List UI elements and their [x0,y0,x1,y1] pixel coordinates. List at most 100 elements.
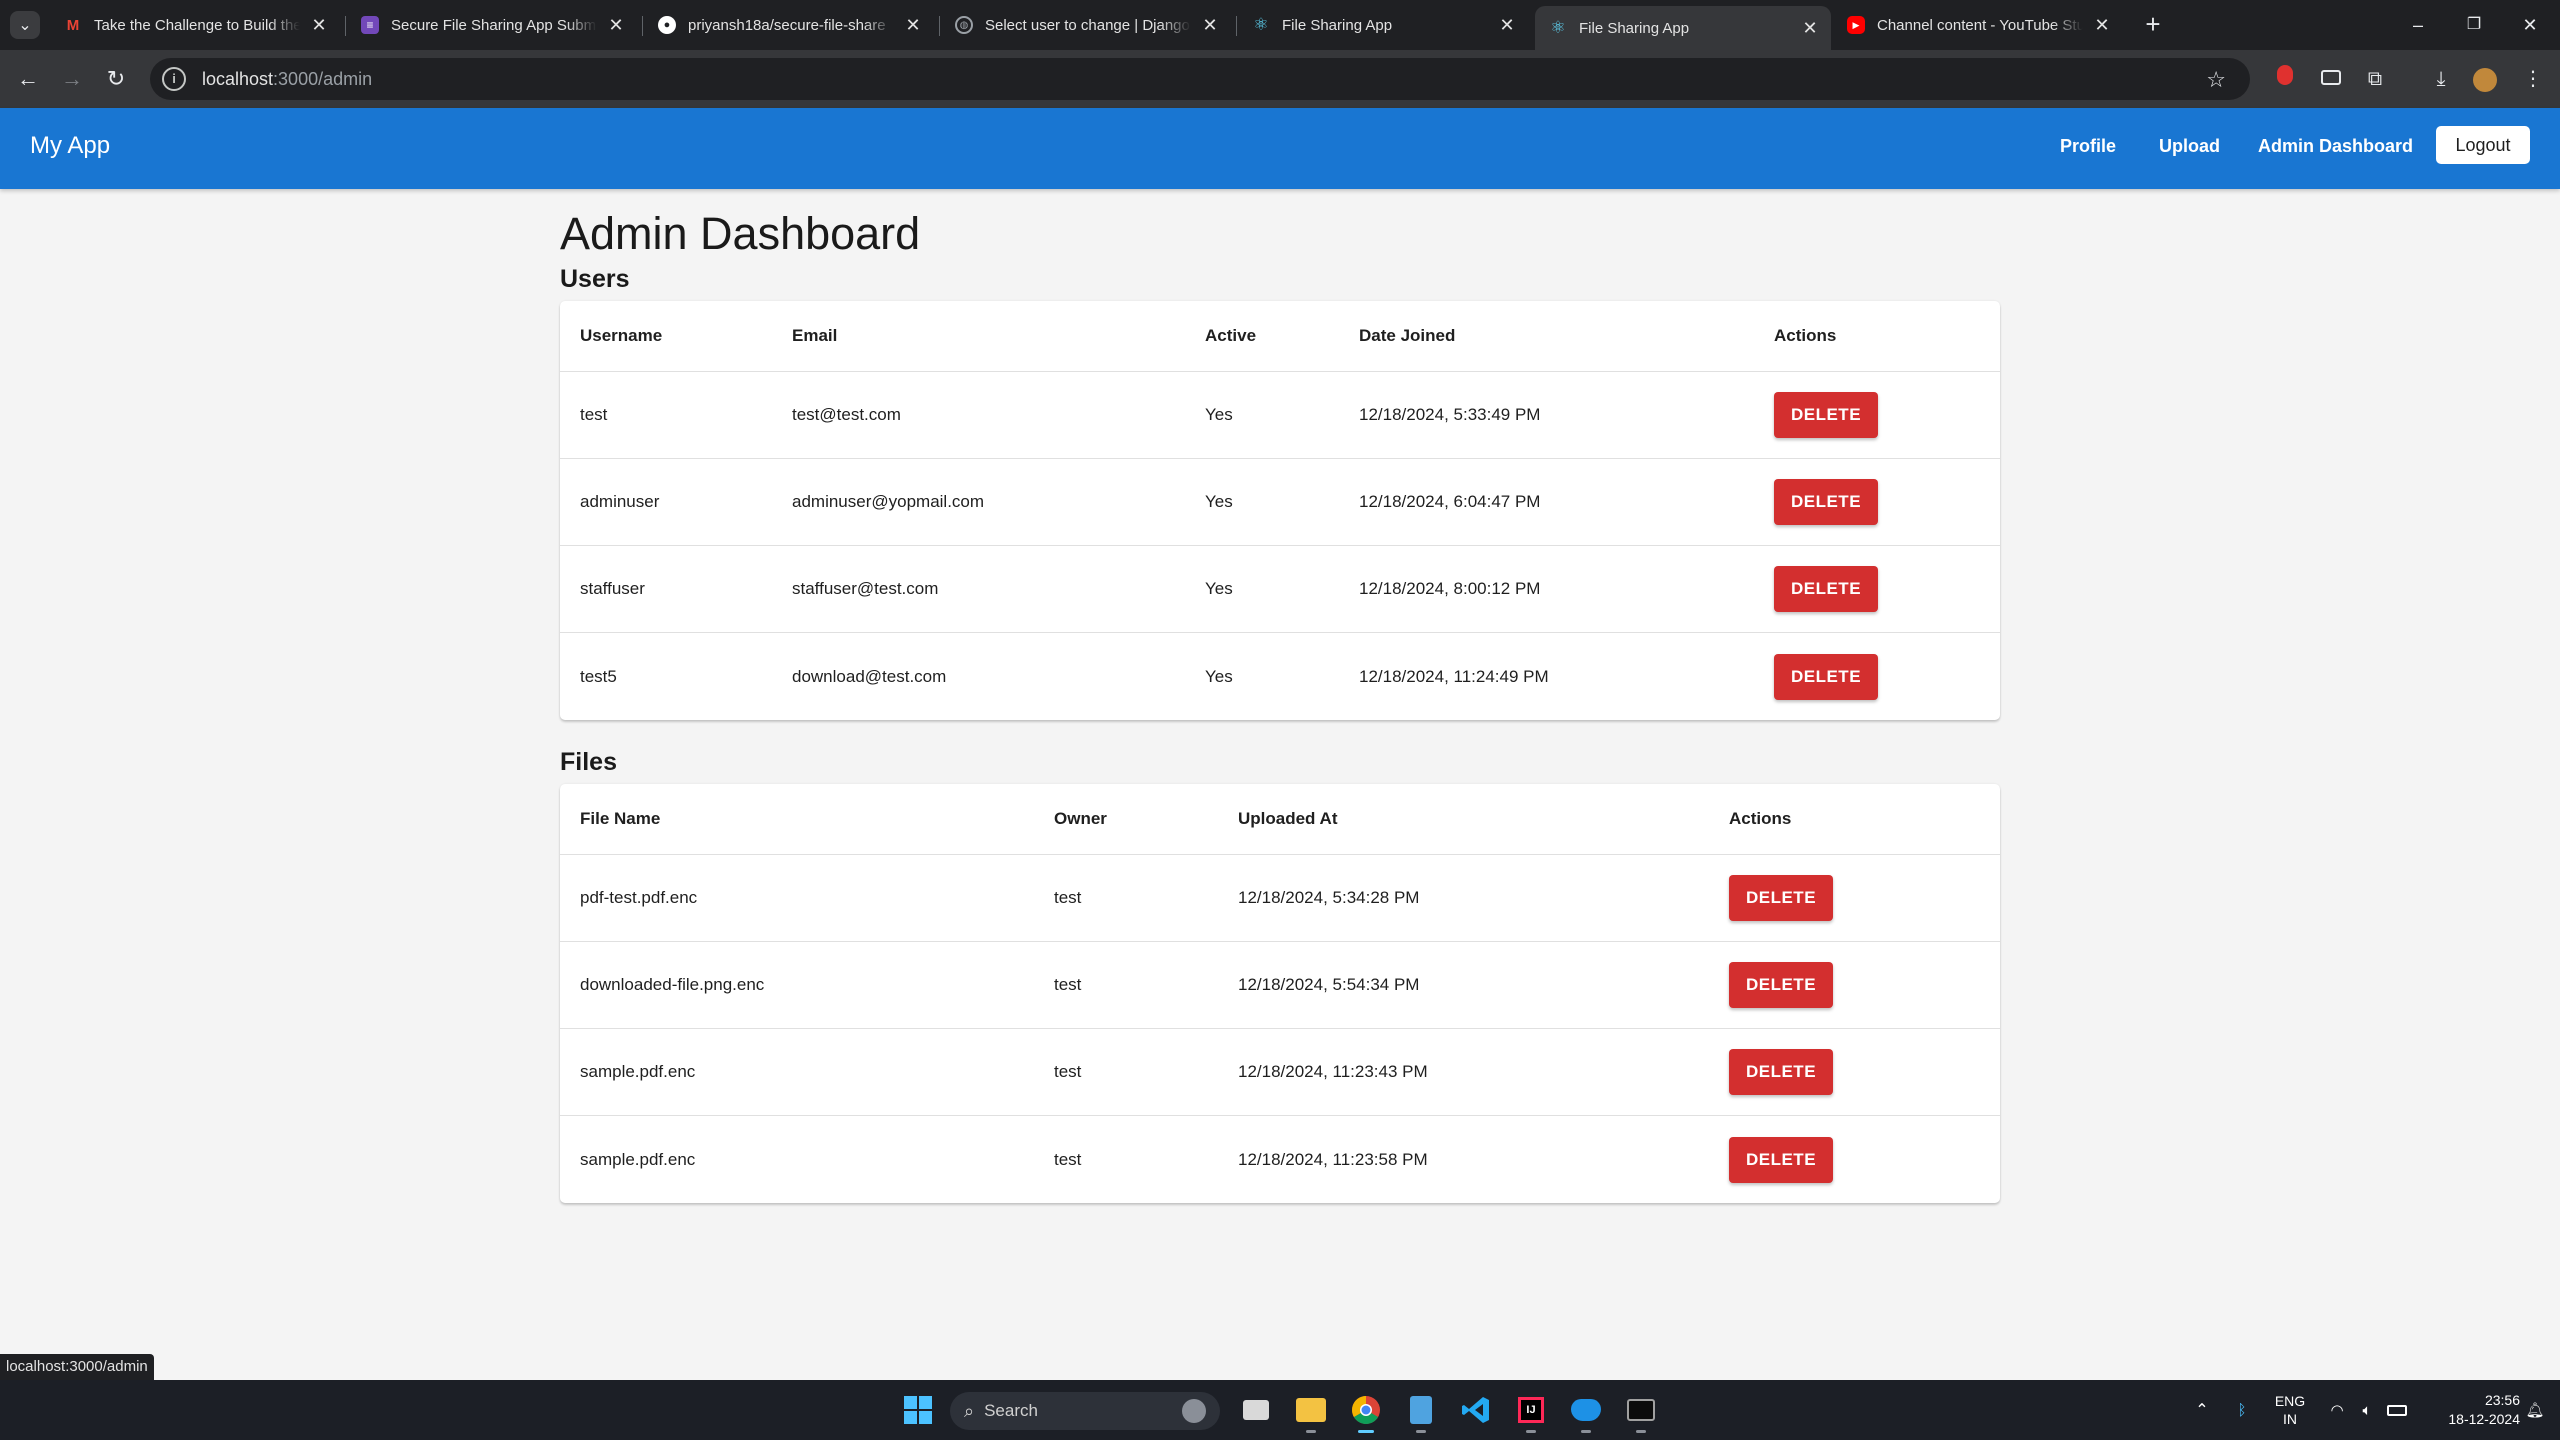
chrome-icon[interactable] [1346,1390,1386,1433]
column-header-file-name: File Name [580,809,661,828]
column-header-active: Active [1205,326,1257,345]
delete-user-button[interactable]: DELETE [1774,653,1878,700]
delete-file-button[interactable]: DELETE [1729,1136,1833,1183]
file-owner: test [1054,1062,1082,1081]
column-header-email: Email [792,326,838,345]
extensions-puzzle-icon[interactable]: ⧉ [2360,64,2390,94]
tab-divider [642,16,643,36]
column-header-owner: Owner [1054,809,1107,828]
terminal-icon[interactable] [1621,1390,1661,1433]
react-icon: ⚛ [1550,18,1566,37]
file-name: sample.pdf.enc [580,1149,696,1169]
file-owner: test [1054,1149,1082,1169]
address-bar[interactable]: i localhost:3000/admin ☆ [150,58,2250,100]
battery-icon[interactable] [2384,1380,2410,1440]
nav-profile-link[interactable]: Profile [2060,136,2116,157]
tab-title: Secure File Sharing App Submis [391,16,597,34]
browser-tab-gmail[interactable]: M Take the Challenge to Build the ✕ [50,6,340,44]
close-icon[interactable]: ✕ [1199,14,1221,36]
file-uploaded-at: 12/18/2024, 11:23:43 PM [1238,1062,1428,1081]
nav-admin-dashboard-link[interactable]: Admin Dashboard [2258,136,2413,157]
delete-user-button[interactable]: DELETE [1774,566,1878,612]
browser-tab-github[interactable]: ● priyansh18a/secure-file-share ✕ [644,6,934,44]
file-uploaded-at: 12/18/2024, 5:34:28 PM [1238,888,1420,907]
close-icon[interactable]: ✕ [2091,14,2113,36]
link-status-tooltip: localhost:3000/admin [0,1354,154,1380]
profile-avatar[interactable] [2470,64,2500,94]
intellij-icon[interactable]: IJ [1511,1390,1551,1433]
url-path: :3000/admin [273,68,373,89]
browser-tab-file-sharing-active[interactable]: ⚛ File Sharing App ✕ [1535,6,1831,50]
search-icon: ⌕ [964,1400,975,1421]
browser-tab-file-sharing[interactable]: ⚛ File Sharing App ✕ [1238,6,1528,44]
browser-tab-strip: ⌄ M Take the Challenge to Build the ✕ ≡ … [0,0,2560,50]
close-icon[interactable]: ✕ [605,14,627,36]
language-indicator[interactable]: ENG IN [2270,1380,2310,1440]
restore-button[interactable]: ❐ [2454,8,2494,42]
app-brand[interactable]: My App [30,132,110,160]
tab-divider [345,16,346,36]
close-icon[interactable]: ✕ [308,14,330,36]
delete-user-button[interactable]: DELETE [1774,479,1878,525]
clock-time: 23:56 [2484,1392,2520,1408]
user-email: adminuser@yopmail.com [792,492,985,511]
files-table: File Name Owner Uploaded At Actions pdf-… [560,784,2000,1203]
forward-button[interactable]: → [56,63,88,95]
docker-icon[interactable] [1566,1390,1606,1433]
tab-divider [939,16,940,36]
windows-taskbar: ⌕ Search IJ ⌃ ᛒ ENG IN ◠ 🔈︎ 23:56 18-12-… [0,1380,2560,1440]
extension-red-icon[interactable] [2270,64,2300,94]
reload-button[interactable]: ↻ [100,63,132,95]
user-active: Yes [1205,405,1233,424]
task-view-icon[interactable] [1236,1390,1276,1430]
file-explorer-icon[interactable] [1291,1390,1331,1433]
notification-bell-icon[interactable]: 🔔︎ [2520,1380,2550,1440]
site-info-icon[interactable]: i [162,67,186,91]
window-close-button[interactable]: ✕ [2510,8,2550,42]
delete-user-button[interactable]: DELETE [1774,392,1878,438]
page-title: Admin Dashboard [560,208,921,259]
browser-menu-icon[interactable]: ⋮ [2518,64,2548,94]
bluetooth-icon[interactable]: ᛒ [2230,1380,2254,1440]
table-row: sample.pdf.enc test 12/18/2024, 11:23:43… [560,1029,2000,1116]
close-icon[interactable]: ✕ [1496,14,1518,36]
column-header-actions: Actions [1774,326,1837,345]
vscode-icon[interactable] [1456,1390,1496,1430]
user-email: staffuser@test.com [792,579,939,598]
user-active: Yes [1205,666,1233,686]
volume-icon[interactable]: 🔈︎ [2354,1380,2380,1440]
delete-file-button[interactable]: DELETE [1729,962,1833,1008]
bookmark-star-icon[interactable]: ☆ [2206,67,2226,93]
new-tab-button[interactable]: + [2138,11,2168,39]
close-icon[interactable]: ✕ [902,14,924,36]
table-header-row: File Name Owner Uploaded At Actions [560,784,2000,855]
windows-start-icon[interactable] [898,1390,938,1430]
nav-upload-link[interactable]: Upload [2159,136,2220,157]
tab-title: priyansh18a/secure-file-share [688,16,886,34]
close-icon[interactable]: ✕ [1799,17,1821,39]
youtube-icon: ▶ [1847,16,1865,34]
table-row: downloaded-file.png.enc test 12/18/2024,… [560,942,2000,1029]
user-date-joined: 12/18/2024, 6:04:47 PM [1359,492,1541,511]
browser-tab-django[interactable]: ◍ Select user to change | Django s ✕ [941,6,1231,44]
file-name: pdf-test.pdf.enc [580,888,698,907]
tab-search-button[interactable]: ⌄ [10,11,40,39]
delete-file-button[interactable]: DELETE [1729,1049,1833,1095]
browser-tab-forms[interactable]: ≡ Secure File Sharing App Submis ✕ [347,6,637,44]
logout-button[interactable]: Logout [2436,126,2530,164]
downloads-icon[interactable]: ⤓ [2426,64,2456,94]
notepad-icon[interactable] [1401,1390,1441,1433]
url-host: localhost [202,68,274,89]
show-hidden-icons-icon[interactable]: ⌃ [2190,1380,2214,1440]
column-header-date-joined: Date Joined [1359,326,1456,345]
minimize-button[interactable]: – [2398,8,2438,42]
delete-file-button[interactable]: DELETE [1729,875,1833,921]
system-clock[interactable]: 23:56 18-12-2024 [2420,1380,2520,1440]
user-username: test5 [580,666,617,686]
taskbar-search-box[interactable]: ⌕ Search [950,1392,1220,1430]
globe-icon: ◍ [955,16,973,34]
browser-tab-youtube-studio[interactable]: ▶ Channel content - YouTube Stud ✕ [1833,6,2123,44]
back-button[interactable]: ← [12,63,44,95]
wifi-icon[interactable]: ◠ [2324,1380,2350,1440]
cast-icon[interactable] [2316,64,2346,94]
